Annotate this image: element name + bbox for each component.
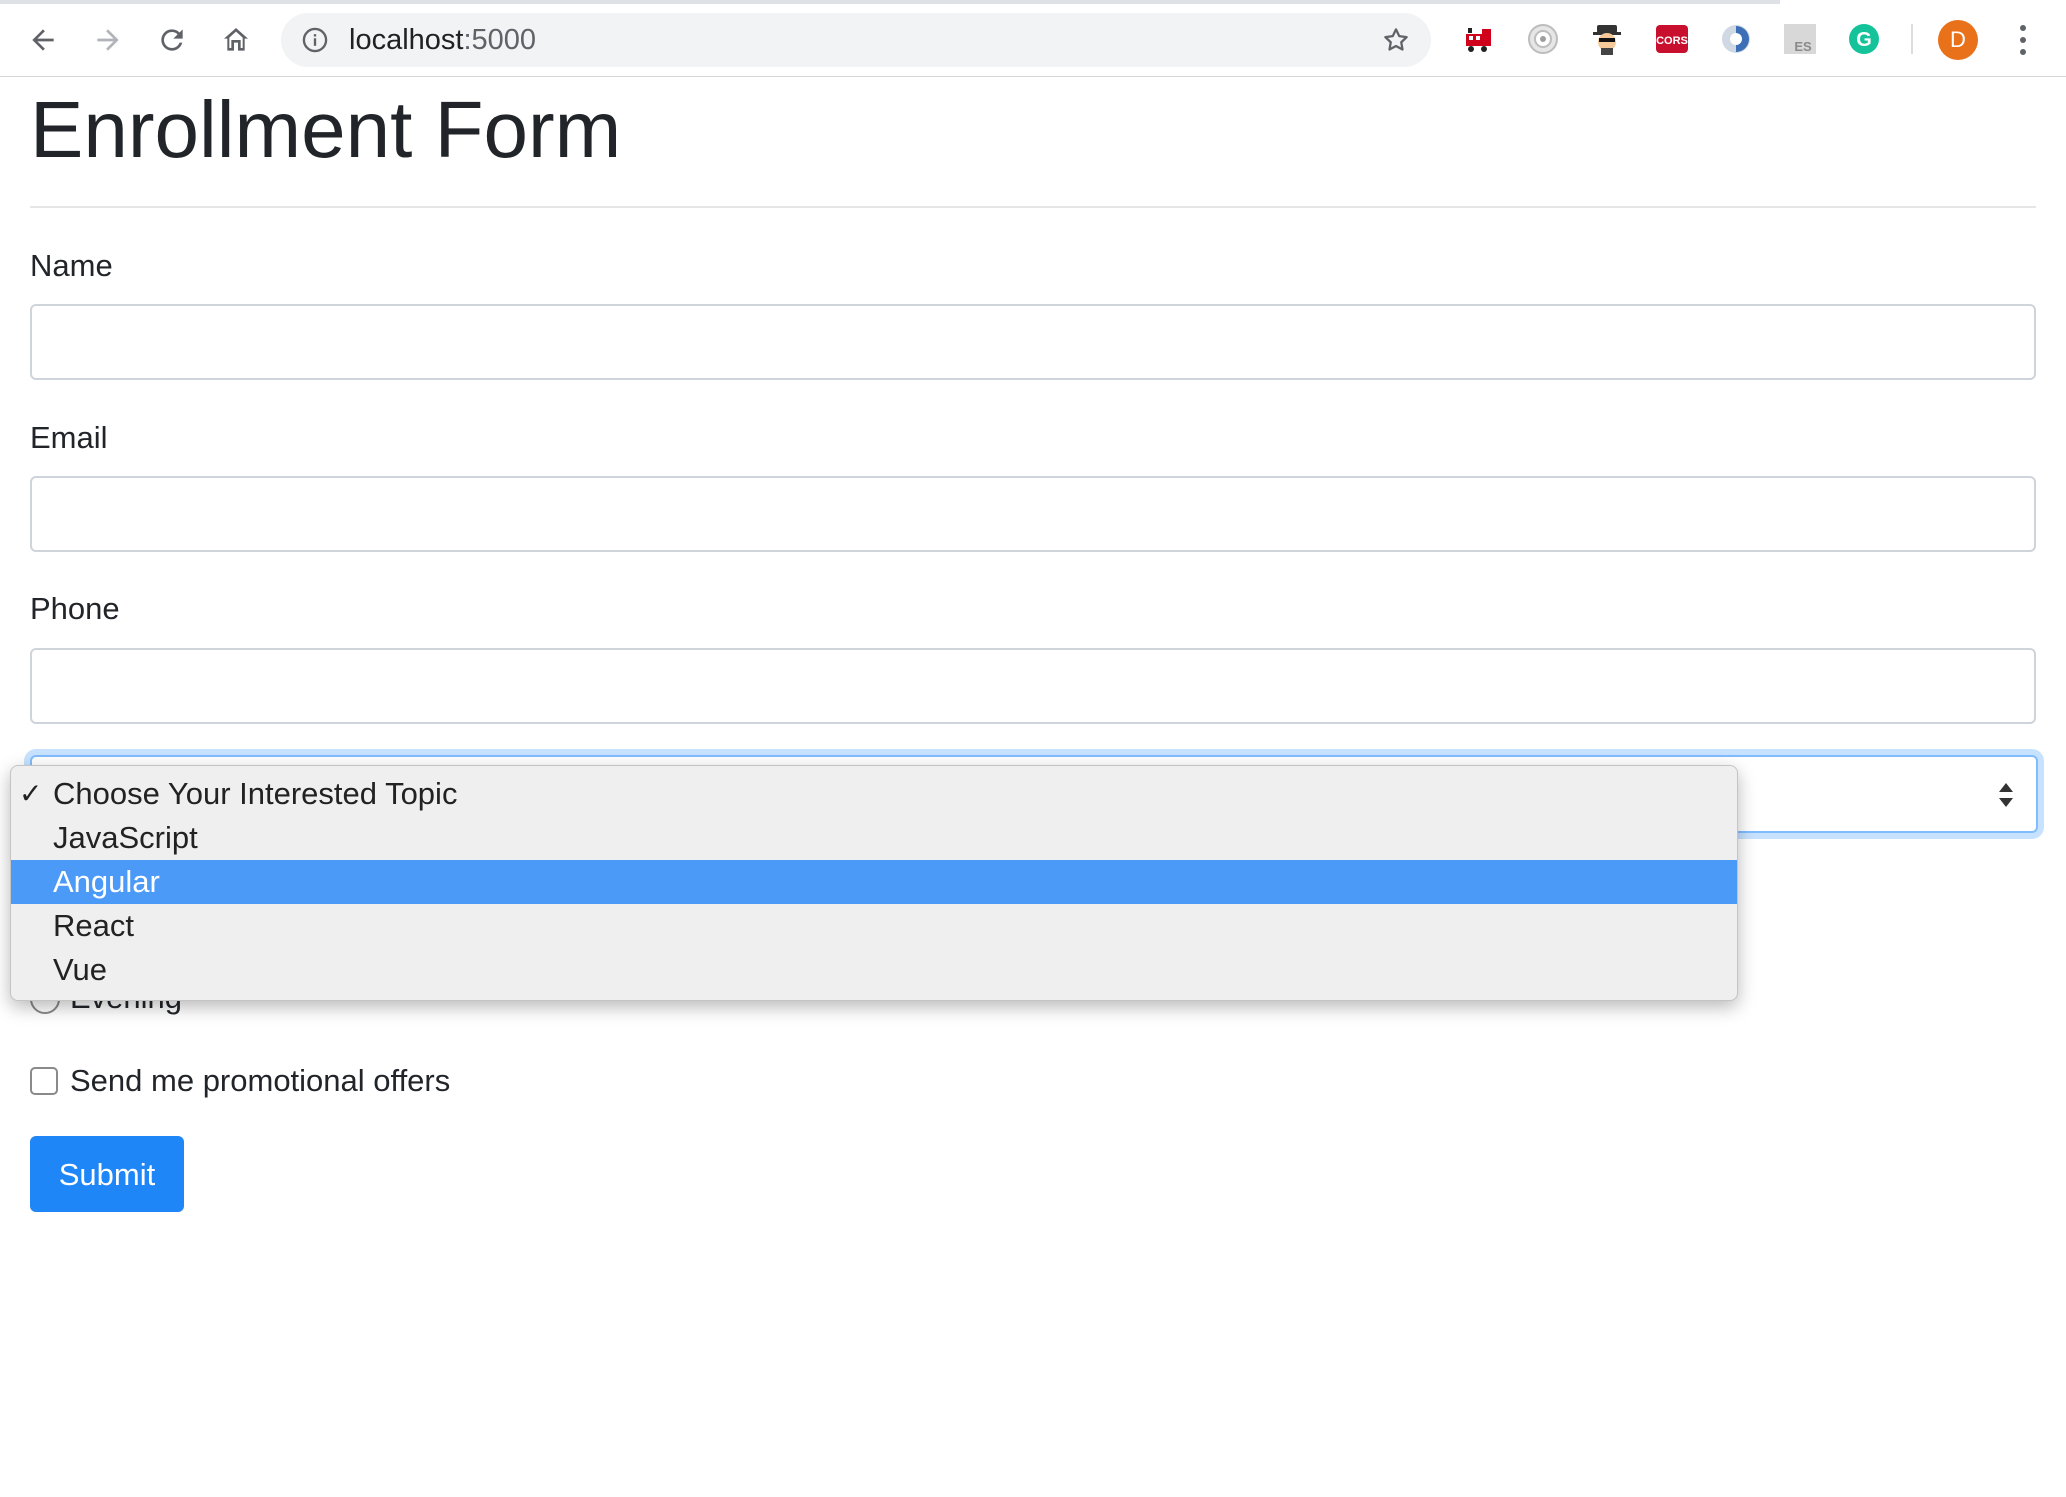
topic-dropdown-menu: ✓ Choose Your Interested Topic JavaScrip… [10,765,1738,1001]
cors-extension-text: CORS [1656,35,1688,47]
reload-icon [161,29,183,51]
cors-extension-icon[interactable]: CORS [1655,22,1689,56]
dropdown-option[interactable]: ✓ Choose Your Interested Topic [11,772,1737,816]
dropdown-option-label: JavaScript [53,820,198,855]
home-icon [224,28,248,51]
promo-checkbox-label: Send me promotional offers [70,1063,451,1098]
dropdown-option-label: React [53,908,134,943]
url-port: :5000 [463,24,537,56]
toolbar-separator [1911,24,1913,54]
name-input[interactable] [30,304,2036,380]
browser-toolbar: localhost:5000 CORS ES G D [0,0,2066,77]
menu-dot [2020,49,2026,55]
url-host: localhost [349,24,464,56]
email-label: Email [30,420,108,455]
back-button[interactable] [22,19,64,61]
menu-dot [2020,37,2026,43]
target-extension-icon[interactable] [1526,22,1560,56]
shield-extension-icon[interactable] [1719,22,1753,56]
dropdown-option[interactable]: Vue [11,948,1737,992]
spy-extension-icon[interactable] [1590,22,1624,56]
phone-label: Phone [30,591,120,626]
name-label: Name [30,248,113,283]
back-arrow-icon [32,29,54,51]
phone-input[interactable] [30,648,2036,724]
es-extension-icon[interactable]: ES [1783,22,1817,56]
grammarly-extension-icon[interactable]: G [1847,22,1881,56]
home-button[interactable] [215,19,257,61]
dropdown-option-label: Vue [53,952,108,987]
tab-strip-edge [0,0,1780,4]
dropdown-option[interactable]: React [11,904,1737,948]
submit-button[interactable]: Submit [30,1136,184,1212]
profile-avatar[interactable]: D [1938,20,1978,60]
title-divider [30,206,2036,208]
dropdown-option-label: Angular [53,864,160,899]
email-input[interactable] [30,476,2036,552]
info-icon[interactable] [301,26,329,54]
bookmark-star-icon[interactable] [1381,25,1411,55]
dropdown-option-highlighted[interactable]: Angular [11,860,1737,904]
forward-button[interactable] [87,19,129,61]
address-bar[interactable]: localhost:5000 [281,13,1431,67]
dropdown-option-label: Choose Your Interested Topic [53,776,458,811]
reload-button[interactable] [151,19,193,61]
page-title: Enrollment Form [30,85,622,174]
browser-menu-button[interactable] [2005,20,2041,60]
train-extension-icon[interactable] [1462,22,1496,56]
promo-checkbox[interactable] [30,1067,58,1095]
grammarly-extension-text: G [1856,29,1872,51]
es-extension-text: ES [1794,39,1812,54]
menu-dot [2020,25,2026,31]
forward-arrow-icon [97,29,119,51]
select-arrows-icon [1999,783,2013,807]
checkmark-icon: ✓ [19,778,43,809]
dropdown-option[interactable]: JavaScript [11,816,1737,860]
url-text: localhost:5000 [349,25,536,55]
